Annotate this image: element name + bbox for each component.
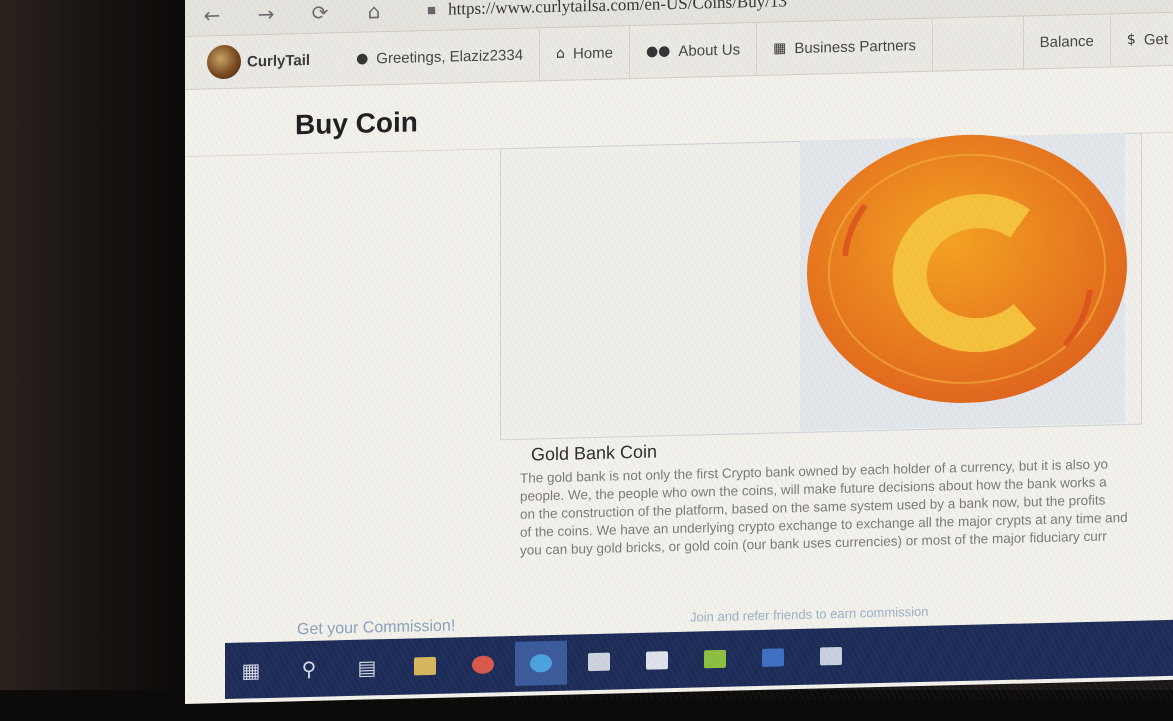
nav-business-partners[interactable]: ▦ Business Partners bbox=[757, 18, 934, 76]
screen: ← → ⟳ ⌂ ■ https://www.curlytailsa.com/en… bbox=[185, 0, 1173, 704]
search-icon[interactable]: ⚲ bbox=[283, 646, 335, 691]
store-icon[interactable] bbox=[573, 639, 625, 684]
monitor-bezel bbox=[0, 690, 1173, 721]
users-icon: ●● bbox=[645, 43, 671, 60]
balance-label: Balance bbox=[1039, 32, 1094, 51]
nav-spacer bbox=[933, 16, 1024, 71]
chrome-icon[interactable] bbox=[457, 642, 509, 687]
about-label: About Us bbox=[678, 40, 741, 60]
commission-heading: Get your Commission! bbox=[297, 617, 456, 639]
coin-description: The gold bank is not only the first Cryp… bbox=[520, 453, 1173, 560]
edge-icon[interactable] bbox=[515, 640, 567, 686]
dollar-icon: $ bbox=[1126, 31, 1136, 48]
monitor-surroundings bbox=[0, 0, 190, 721]
lock-icon: ■ bbox=[427, 1, 437, 19]
file-explorer-icon[interactable] bbox=[399, 643, 451, 688]
house-icon: ⌂ bbox=[556, 45, 565, 62]
user-icon: ● bbox=[356, 50, 369, 67]
word-icon[interactable] bbox=[747, 635, 799, 680]
page-title: Buy Coin bbox=[295, 106, 418, 141]
nav-greeting[interactable]: ● Greetings, Elaziz2334 bbox=[340, 28, 541, 86]
mail-icon[interactable] bbox=[631, 638, 683, 683]
minecraft-icon[interactable] bbox=[689, 636, 741, 681]
partners-icon: ▦ bbox=[773, 40, 787, 57]
commission-link[interactable]: Join and refer friends to earn commissio… bbox=[690, 604, 928, 625]
logo-text: CurlyTail bbox=[247, 51, 311, 70]
refresh-icon[interactable]: ⟳ bbox=[293, 0, 347, 25]
home-icon[interactable]: ⌂ bbox=[347, 0, 401, 24]
logo-icon bbox=[207, 44, 241, 80]
forward-icon[interactable]: → bbox=[239, 1, 293, 26]
gold-coin-icon bbox=[807, 134, 1127, 403]
task-view-icon[interactable]: ▤ bbox=[341, 645, 393, 690]
site-logo[interactable]: CurlyTail bbox=[207, 43, 310, 80]
nav-balance[interactable]: Balance bbox=[1023, 14, 1111, 69]
nav-about-us[interactable]: ●● About Us bbox=[629, 23, 758, 79]
greeting-label: Greetings, Elaziz2334 bbox=[376, 46, 524, 67]
nav-get[interactable]: $ Get bbox=[1110, 12, 1173, 67]
nav-home[interactable]: ⌂ Home bbox=[540, 26, 630, 81]
partners-label: Business Partners bbox=[794, 36, 917, 57]
home-label: Home bbox=[572, 44, 613, 63]
coin-name: Gold Bank Coin bbox=[531, 441, 658, 465]
start-icon[interactable]: ▦ bbox=[225, 648, 277, 693]
address-bar[interactable]: https://www.curlytailsa.com/en-US/Coins/… bbox=[448, 0, 787, 20]
back-icon[interactable]: ← bbox=[185, 3, 239, 28]
get-label: Get bbox=[1143, 30, 1168, 49]
photos-icon[interactable] bbox=[805, 634, 857, 679]
